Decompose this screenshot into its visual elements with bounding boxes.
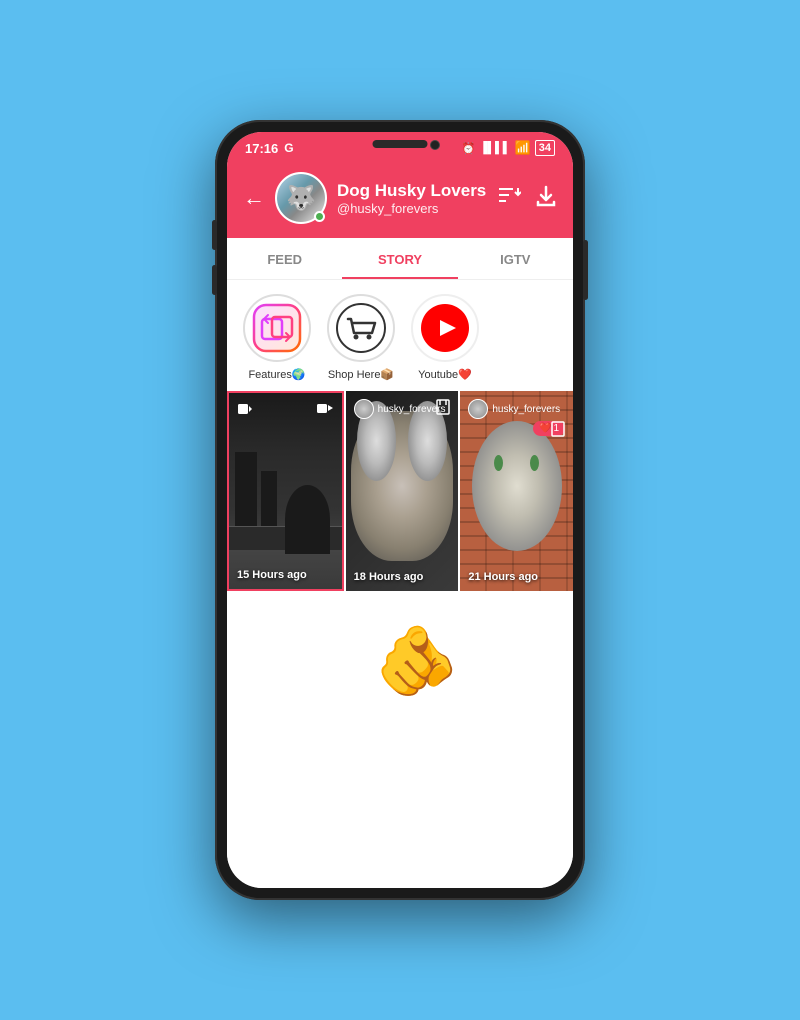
highlight-youtube-label: Youtube❤️ [418, 368, 472, 381]
volume-down-button [212, 265, 217, 295]
signal-icon: ▐▌▌▌ [479, 142, 510, 154]
tab-bar: FEED STORY IGTV [227, 238, 573, 280]
online-indicator [314, 211, 325, 222]
phone-camera [430, 140, 440, 150]
tab-igtv[interactable]: IGTV [458, 238, 573, 279]
highlight-circle-features [243, 294, 311, 362]
header-actions [499, 185, 557, 212]
phone-speaker [373, 140, 428, 148]
story-grid-wrapper: 15 Hours ago husky_forevers [227, 391, 573, 671]
story-1-video-icon [237, 401, 253, 420]
story-3-save-icon [551, 421, 565, 440]
story-grid: 15 Hours ago husky_forevers [227, 391, 573, 591]
wifi-icon: 📶 [515, 140, 531, 156]
download-icon[interactable] [535, 185, 557, 212]
story-3-username-bar: husky_forevers [468, 399, 560, 419]
story-highlights: Features🌍 Shop Here📦 [227, 280, 573, 391]
phone-frame: 17:16 G ⏰ ▐▌▌▌ 📶 34 ← 🐺 Dog [215, 120, 585, 900]
story-2-username-bar: husky_forevers [354, 399, 446, 419]
pointing-hand: 🫵 [375, 621, 460, 701]
story-item-3[interactable]: husky_forevers ❤️ 1 21 Hours ago [460, 391, 573, 591]
highlight-shop-label: Shop Here📦 [328, 368, 394, 381]
profile-info: Dog Husky Lovers @husky_forevers [337, 181, 489, 216]
story-2-username: husky_forevers [378, 404, 446, 415]
carrier-icon: G [284, 141, 293, 155]
alarm-icon: ⏰ [462, 142, 476, 155]
story-2-time: 18 Hours ago [354, 571, 424, 583]
highlight-features[interactable]: Features🌍 [243, 294, 311, 381]
bottom-spacer [227, 671, 573, 888]
story-1-camera-icon [316, 401, 334, 420]
time-display: 17:16 [245, 141, 278, 156]
story-1-time: 15 Hours ago [237, 569, 307, 581]
back-button[interactable]: ← [243, 185, 265, 211]
phone-screen: 17:16 G ⏰ ▐▌▌▌ 📶 34 ← 🐺 Dog [227, 132, 573, 888]
profile-username: @husky_forevers [337, 201, 489, 216]
battery-display: 34 [535, 140, 555, 156]
volume-up-button [212, 220, 217, 250]
profile-name: Dog Husky Lovers [337, 181, 489, 201]
story-item-1[interactable]: 15 Hours ago [227, 391, 344, 591]
sort-icon[interactable] [499, 186, 521, 210]
story-1-overlay [229, 393, 342, 589]
highlight-shop[interactable]: Shop Here📦 [327, 294, 395, 381]
tab-feed[interactable]: FEED [227, 238, 342, 279]
status-right: ⏰ ▐▌▌▌ 📶 34 [462, 140, 555, 156]
tab-story[interactable]: STORY [342, 238, 457, 279]
power-button [583, 240, 588, 300]
story-2-save-icon [436, 399, 450, 418]
highlight-youtube[interactable]: Youtube❤️ [411, 294, 479, 381]
highlight-circle-youtube [411, 294, 479, 362]
story-3-username: husky_forevers [492, 404, 560, 415]
story-3-time: 21 Hours ago [468, 571, 538, 583]
highlight-circle-shop [327, 294, 395, 362]
profile-header: ← 🐺 Dog Husky Lovers @husky_forevers [227, 162, 573, 238]
status-left: 17:16 G [245, 141, 294, 156]
story-item-2[interactable]: husky_forevers 18 Hours ago [346, 391, 459, 591]
profile-avatar-container: 🐺 [275, 172, 327, 224]
heart-icon: ❤️ [539, 423, 551, 434]
highlight-features-label: Features🌍 [248, 368, 305, 381]
